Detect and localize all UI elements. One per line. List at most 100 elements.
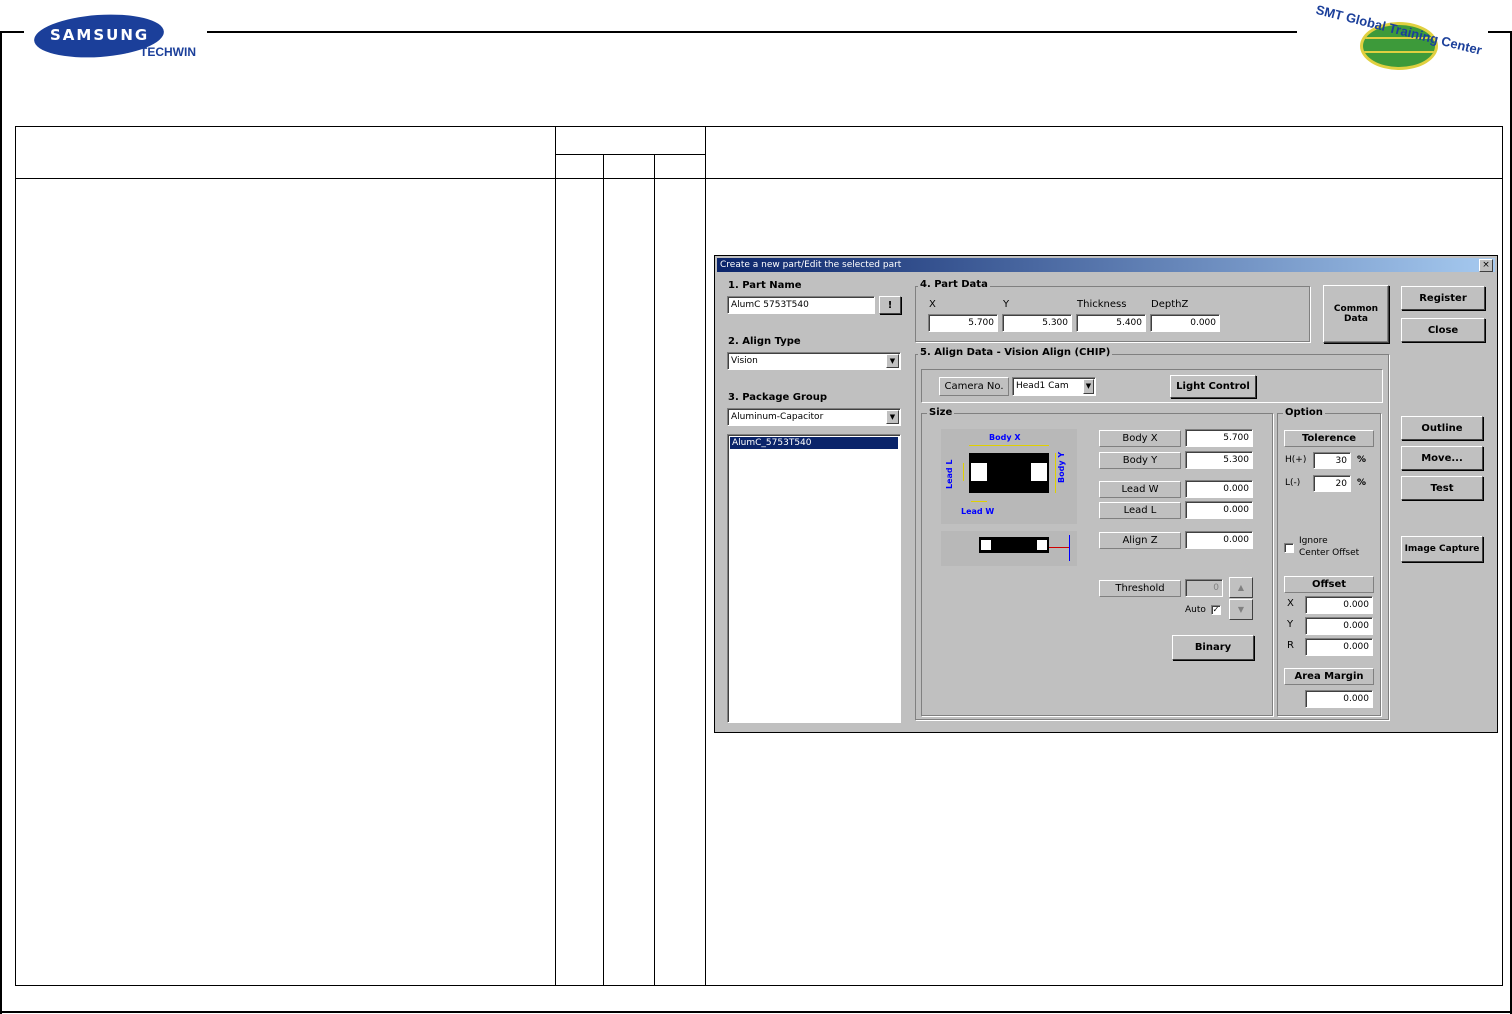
- page-frame-left: [0, 31, 2, 1014]
- auto-label: Auto: [1185, 605, 1206, 615]
- side-z-line: [1049, 547, 1069, 548]
- align-data-label: 5. Align Data - Vision Align (CHIP): [918, 347, 1113, 358]
- table-subheader-divider: [555, 154, 705, 155]
- ignore-center-offset-checkbox[interactable]: [1284, 543, 1294, 553]
- part-data-depthz-input[interactable]: 0.000: [1150, 314, 1220, 332]
- chevron-down-icon[interactable]: ▼: [1083, 379, 1094, 394]
- tolerence-h-input[interactable]: 30: [1313, 452, 1351, 469]
- side-view-diagram: [941, 531, 1077, 566]
- threshold-label: Threshold: [1099, 580, 1181, 597]
- body-y-label: Body Y: [1099, 452, 1181, 469]
- offset-r-input[interactable]: 0.000: [1305, 638, 1373, 656]
- tolerence-l-percent: %: [1357, 478, 1367, 488]
- tolerence-label: Tolerence: [1284, 430, 1374, 447]
- common-data-label: Common Data: [1333, 304, 1379, 324]
- common-data-button[interactable]: Common Data: [1323, 285, 1389, 343]
- offset-x-label: X: [1287, 598, 1294, 609]
- diagram-lead-w-label: Lead W: [961, 507, 995, 516]
- camera-select[interactable]: Head1 Cam ▼: [1012, 377, 1096, 396]
- lead-l-input[interactable]: 0.000: [1185, 501, 1253, 519]
- move-button[interactable]: Move...: [1401, 446, 1483, 470]
- list-item[interactable]: AlumC_5753T540: [730, 437, 898, 449]
- table-col-divider-2: [705, 126, 706, 985]
- body-y-input[interactable]: 5.300: [1185, 451, 1253, 469]
- align-type-select[interactable]: Vision ▼: [727, 352, 901, 370]
- tolerence-h-label: H(+): [1285, 455, 1307, 465]
- table-header-divider: [15, 178, 1502, 179]
- align-z-input[interactable]: 0.000: [1185, 531, 1253, 549]
- lead-w-label: Lead W: [1099, 481, 1181, 498]
- body-x-label: Body X: [1099, 430, 1181, 447]
- camera-no-label: Camera No.: [939, 377, 1009, 396]
- option-label: Option: [1283, 407, 1325, 418]
- lead-w-dimension: [971, 501, 987, 502]
- package-group-select[interactable]: Aluminum-Capacitor ▼: [727, 408, 901, 426]
- light-control-button[interactable]: Light Control: [1170, 375, 1256, 398]
- tolerence-l-input[interactable]: 20: [1313, 475, 1351, 492]
- table-col-divider-4: [654, 154, 655, 985]
- outline-button[interactable]: Outline: [1401, 416, 1483, 440]
- side-lead-left: [981, 540, 991, 550]
- offset-y-label: Y: [1287, 619, 1294, 630]
- diagram-body-x-label: Body X: [989, 433, 1021, 442]
- part-data-y-input[interactable]: 5.300: [1002, 314, 1072, 332]
- close-icon[interactable]: ×: [1479, 259, 1493, 272]
- part-edit-dialog: Create a new part/Edit the selected part…: [714, 255, 1498, 733]
- tolerence-l-label: L(-): [1285, 478, 1301, 488]
- part-list[interactable]: AlumC_5753T540: [727, 434, 901, 723]
- threshold-up-button[interactable]: ▲: [1229, 577, 1253, 598]
- chevron-down-icon[interactable]: ▼: [886, 354, 899, 368]
- binary-button[interactable]: Binary: [1172, 635, 1254, 660]
- table-col-divider-3: [603, 154, 604, 985]
- part-data-header-thickness: Thickness: [1077, 299, 1127, 310]
- threshold-down-button[interactable]: ▼: [1229, 599, 1253, 620]
- chevron-down-icon[interactable]: ▼: [886, 410, 899, 424]
- body-x-dimension: [969, 445, 1049, 446]
- align-type-label: 2. Align Type: [728, 336, 801, 347]
- header-rule-right: [1488, 31, 1512, 33]
- part-name-label: 1. Part Name: [728, 280, 802, 291]
- register-button[interactable]: Register: [1401, 286, 1485, 310]
- lead-w-input[interactable]: 0.000: [1185, 480, 1253, 498]
- offset-x-input[interactable]: 0.000: [1305, 596, 1373, 614]
- table-col-divider-1: [555, 126, 556, 985]
- offset-label: Offset: [1284, 576, 1374, 593]
- tolerence-h-percent: %: [1357, 455, 1367, 465]
- diagram-lead-l-label: Lead L: [945, 459, 954, 489]
- lead-l-dimension: [963, 463, 964, 481]
- body-x-input[interactable]: 5.700: [1185, 429, 1253, 447]
- side-lead-right: [1037, 540, 1047, 550]
- ignore-label-2: Center Offset: [1299, 548, 1360, 558]
- side-z-arrow: [1069, 535, 1070, 561]
- auto-checkbox[interactable]: ✓: [1211, 605, 1221, 615]
- part-data-header-depthz: DepthZ: [1151, 299, 1189, 310]
- diagram-body-y-label: Body Y: [1057, 451, 1066, 483]
- close-button[interactable]: Close: [1401, 318, 1485, 342]
- image-capture-button[interactable]: Image Capture: [1401, 536, 1483, 562]
- brand-name: SAMSUNG: [50, 26, 150, 44]
- offset-y-input[interactable]: 0.000: [1305, 617, 1373, 635]
- offset-r-label: R: [1287, 640, 1294, 651]
- dialog-titlebar: Create a new part/Edit the selected part…: [717, 258, 1495, 272]
- part-name-input[interactable]: AlumC 5753T540: [727, 296, 875, 314]
- brand-subname: TECHWIN: [140, 45, 196, 59]
- test-button[interactable]: Test: [1401, 476, 1483, 500]
- align-type-value: Vision: [731, 356, 758, 366]
- size-label: Size: [927, 407, 955, 418]
- camera-value: Head1 Cam: [1016, 381, 1069, 391]
- part-data-x-input[interactable]: 5.700: [928, 314, 998, 332]
- header-rule-left: [0, 31, 24, 33]
- package-group-label: 3. Package Group: [728, 392, 828, 403]
- body-y-dimension: [1055, 453, 1056, 493]
- lead-right: [1031, 463, 1047, 481]
- dialog-title: Create a new part/Edit the selected part: [720, 260, 902, 270]
- header-rule-mid: [207, 31, 1297, 33]
- package-group-value: Aluminum-Capacitor: [731, 412, 824, 422]
- area-margin-input[interactable]: 0.000: [1305, 690, 1373, 708]
- threshold-input[interactable]: 0: [1185, 579, 1223, 597]
- lead-l-label: Lead L: [1099, 502, 1181, 519]
- part-data-thickness-input[interactable]: 5.400: [1076, 314, 1146, 332]
- part-name-check-button[interactable]: !: [879, 296, 901, 314]
- align-z-label: Align Z: [1099, 532, 1181, 549]
- part-data-header-y: Y: [1003, 299, 1010, 310]
